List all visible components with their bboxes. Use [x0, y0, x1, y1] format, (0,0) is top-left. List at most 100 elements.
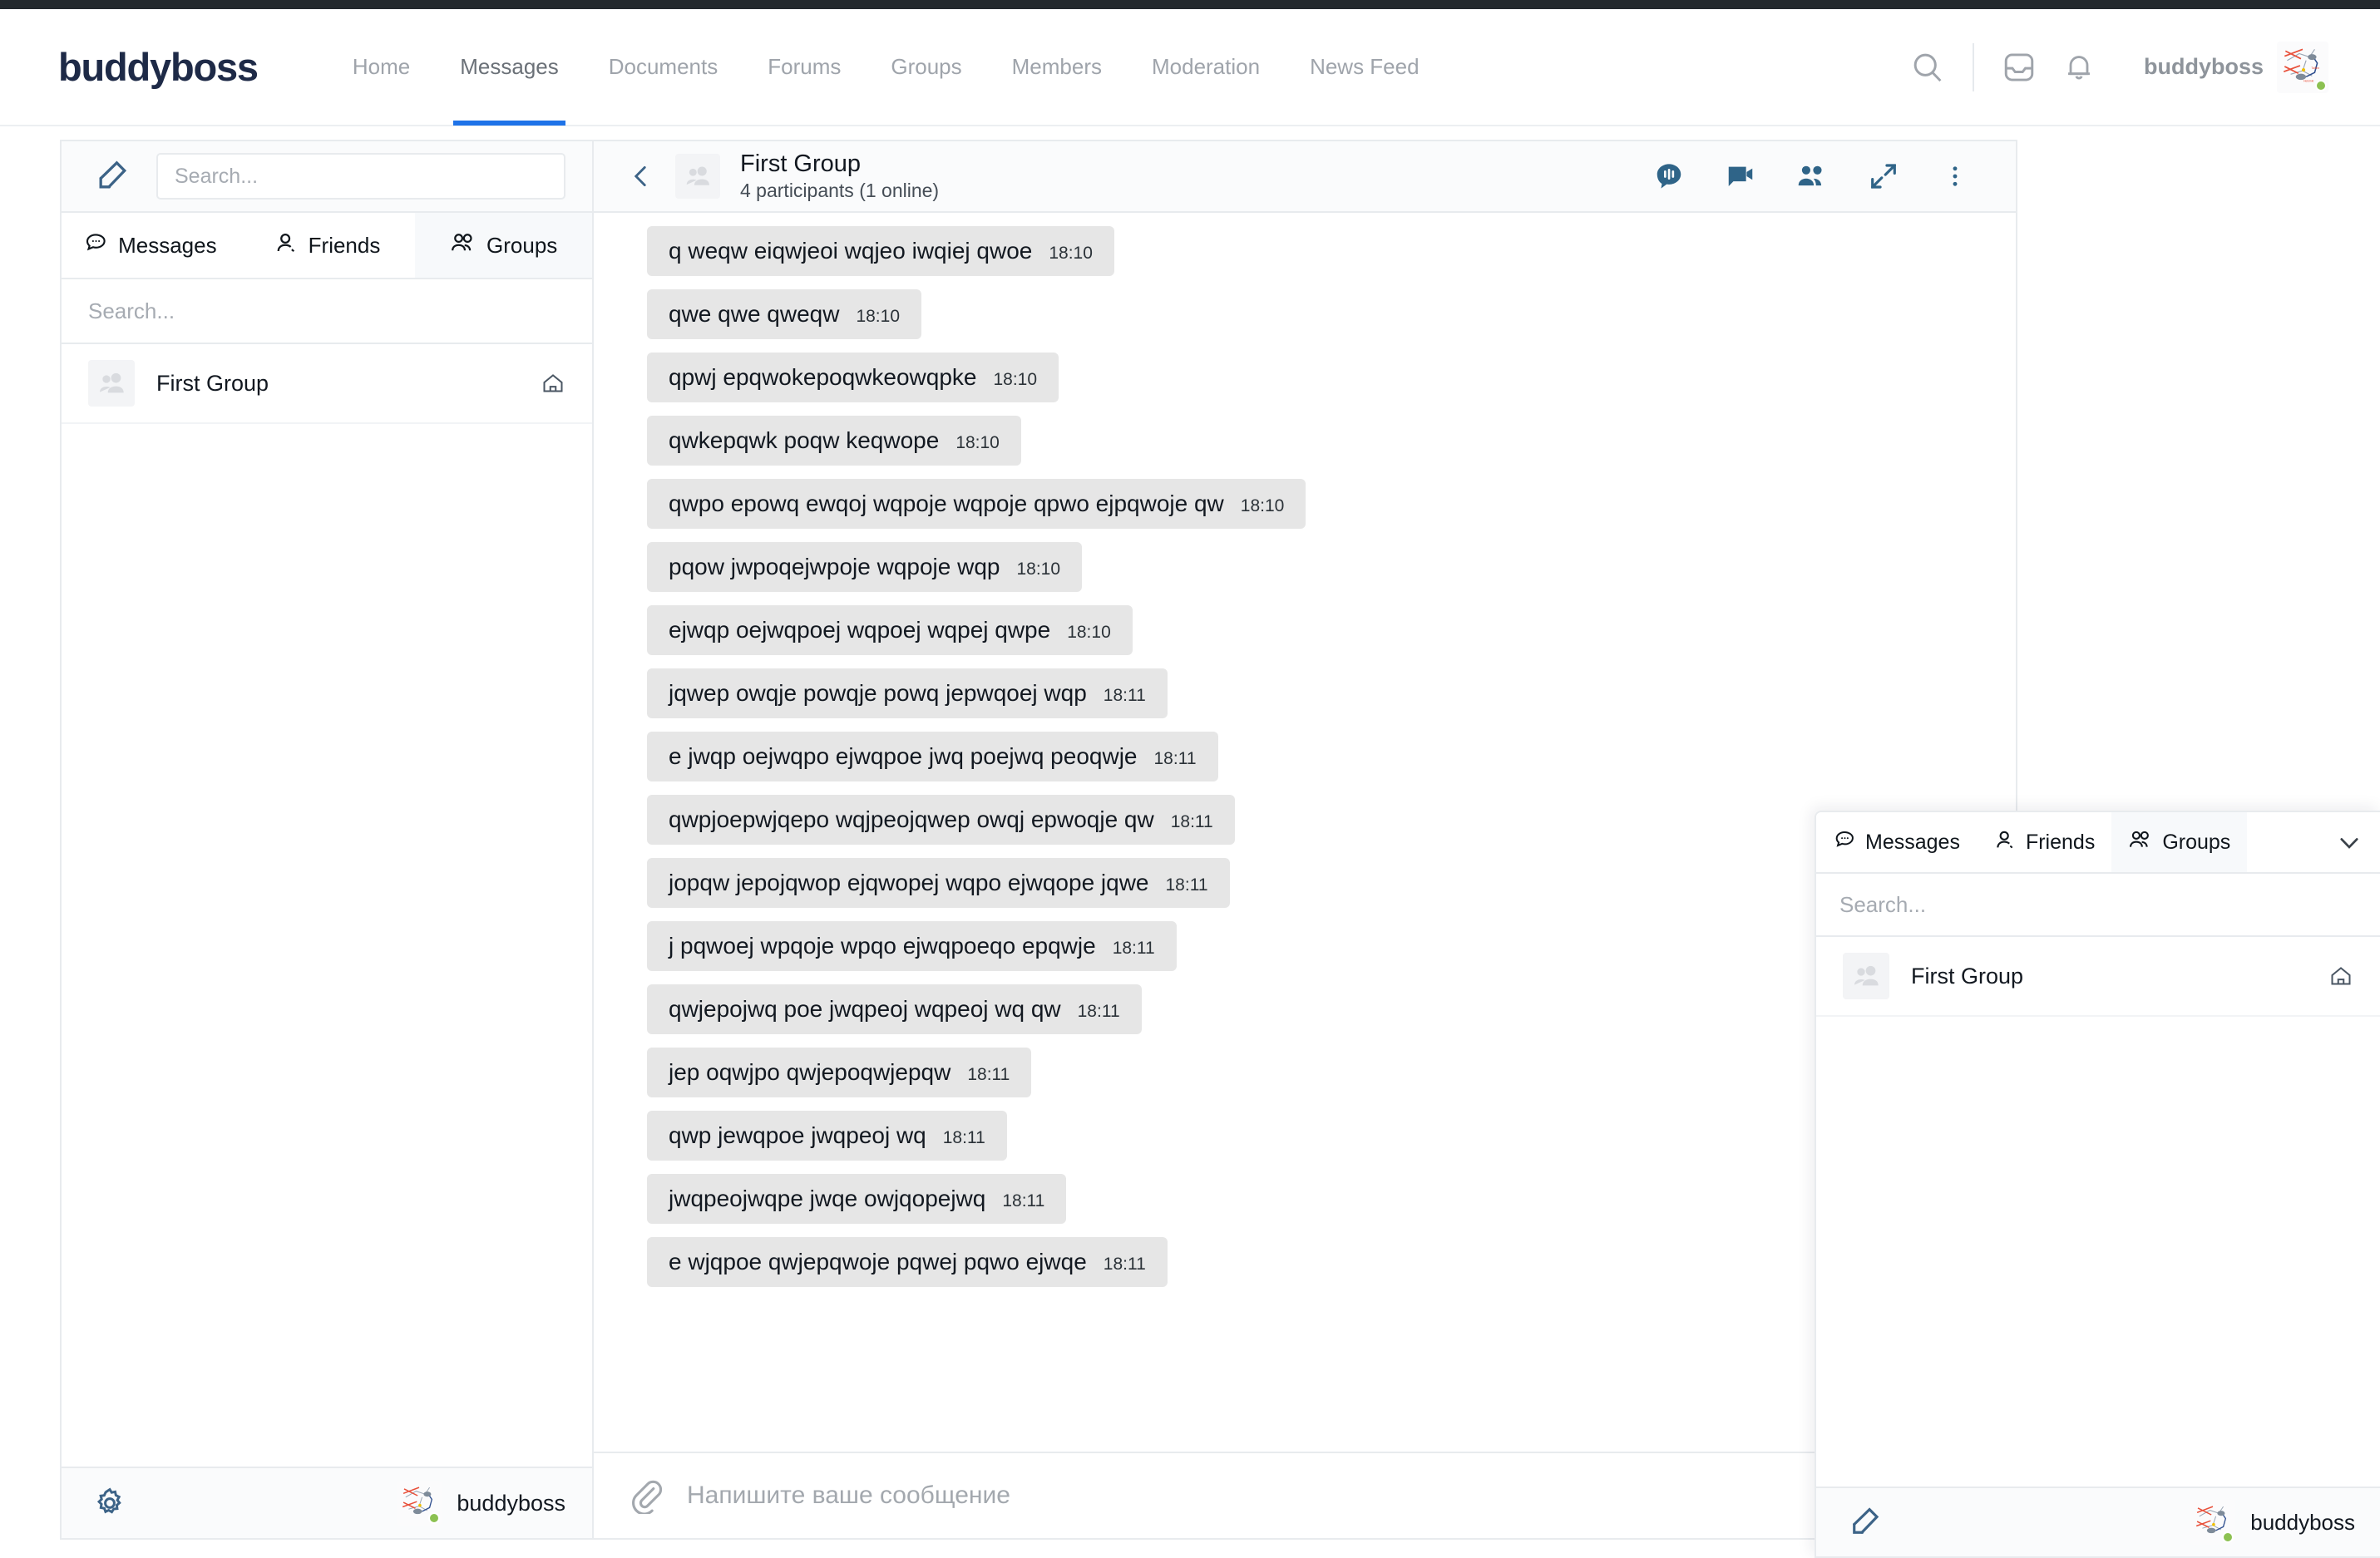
widget-search[interactable] — [1816, 874, 2380, 937]
nav-item-forums[interactable]: Forums — [743, 8, 866, 126]
chevron-down-icon[interactable] — [2318, 812, 2380, 872]
widget-tabs: Messages Friends — [1816, 812, 2380, 874]
message-row: jwqpeojwqpe jwqe owjqopejwq18:11 — [594, 1174, 2016, 1224]
home-icon[interactable] — [2328, 964, 2353, 989]
groups-search-input[interactable] — [88, 298, 565, 324]
tab-friends[interactable]: Friends — [239, 213, 416, 278]
list-item[interactable]: First Group — [1816, 937, 2380, 1017]
nav-item-home[interactable]: Home — [328, 8, 435, 126]
search-input[interactable] — [175, 165, 547, 189]
message-list[interactable]: q weqw eiqwjeoi wqjeo iwqiej qwoe18:10 q… — [594, 213, 2016, 1452]
group-avatar-icon — [88, 360, 135, 407]
messages-sidebar: Messages Friends — [62, 141, 594, 1538]
sidebar-toolbar — [62, 141, 592, 213]
message-row: j pqwoej wpqoje wpqo ejwqpoeqo epqwje18:… — [594, 921, 2016, 971]
nav-item-messages[interactable]: Messages — [435, 8, 584, 126]
message-bubble[interactable]: jqwep owqje powqje powq jepwqoej wqp18:1… — [647, 668, 1168, 718]
search-icon[interactable] — [1898, 37, 1958, 97]
nav-item-news-feed[interactable]: News Feed — [1285, 8, 1444, 126]
compose-pencil-icon[interactable] — [88, 153, 135, 200]
message-text: jopqw jepojqwop ejqwopej wqpo ejwqope jq… — [669, 870, 1149, 896]
message-text: jep oqwjpo qwjepoqwjepqw — [669, 1059, 951, 1086]
inbox-icon[interactable] — [1989, 37, 2049, 97]
message-input[interactable] — [687, 1482, 1953, 1510]
site-header: buddyboss Home Messages Documents Forums… — [0, 9, 2380, 126]
message-bubble[interactable]: qwe qwe qweqw18:10 — [647, 289, 921, 339]
message-text: qwe qwe qweqw — [669, 301, 839, 328]
widget-tab-friends[interactable]: Friends — [1977, 812, 2111, 872]
message-row: qwjepojwq poe jwqpeoj wqpeoj wq qw18:11 — [594, 984, 2016, 1034]
message-time: 18:11 — [1113, 939, 1155, 959]
message-row: qpwj epqwokepoqwkeowqpke18:10 — [594, 353, 2016, 402]
message-text: qwp jewqpoe jwqpeoj wq — [669, 1122, 926, 1149]
groups-search[interactable] — [62, 279, 592, 344]
participants-icon[interactable] — [1780, 147, 1844, 205]
conversation-header: First Group 4 participants (1 online) — [594, 141, 2016, 213]
message-row: jqwep owqje powqje powq jepwqoej wqp18:1… — [594, 668, 2016, 718]
user-menu[interactable]: buddyboss — [2144, 42, 2328, 93]
message-time: 18:11 — [1104, 686, 1146, 706]
avatar — [2190, 1500, 2235, 1545]
video-call-icon[interactable] — [1708, 147, 1773, 205]
widget-tab-messages[interactable]: Messages — [1816, 812, 1977, 872]
users-group-icon — [450, 230, 476, 261]
audio-call-icon[interactable] — [1637, 147, 1701, 205]
message-text: q weqw eiqwjeoi wqjeo iwqiej qwoe — [669, 238, 1032, 264]
message-text: qwpjoepwjqepo wqjpeojqwep owqj epwoqje q… — [669, 806, 1154, 833]
home-icon[interactable] — [541, 371, 565, 396]
nav-item-groups[interactable]: Groups — [866, 8, 986, 126]
widget-search-input[interactable] — [1839, 892, 2357, 918]
message-bubble[interactable]: qwpjoepwjqepo wqjpeojqwep owqj epwoqje q… — [647, 795, 1235, 845]
message-bubble[interactable]: pqow jwpoqejwpoje wqpoje wqp18:10 — [647, 542, 1082, 592]
message-text: qwpo epowq ewqoj wqpoje wqpoje qpwo ejpq… — [669, 491, 1224, 517]
sidebar-search[interactable] — [156, 153, 565, 200]
widget-tab-groups[interactable]: Groups — [2111, 812, 2247, 872]
message-bubble[interactable]: qpwj epqwokepoqwkeowqpke18:10 — [647, 353, 1059, 402]
message-text: ejwqp oejwqpoej wqpoej wqpej qwpe — [669, 617, 1050, 643]
expand-icon[interactable] — [1851, 147, 1916, 205]
nav-item-documents[interactable]: Documents — [584, 8, 743, 126]
site-logo[interactable]: buddyboss — [58, 44, 258, 90]
list-item[interactable]: First Group — [62, 344, 592, 424]
message-time: 18:11 — [1154, 749, 1197, 769]
message-bubble[interactable]: e jwqp oejwqpo ejwqpoe jwq poejwq peoqwj… — [647, 732, 1218, 781]
widget-footer: buddyboss — [1816, 1487, 2380, 1556]
group-avatar-icon — [675, 154, 720, 199]
message-bubble[interactable]: qwkepqwk poqw keqwope18:10 — [647, 416, 1021, 466]
message-bubble[interactable]: ejwqp oejwqpoej wqpoej wqpej qwpe18:10 — [647, 605, 1133, 655]
message-bubble[interactable]: jep oqwjpo qwjepoqwjepqw18:11 — [647, 1048, 1031, 1097]
message-bubble[interactable]: qwjepojwq poe jwqpeoj wqpeoj wq qw18:11 — [647, 984, 1142, 1034]
paperclip-icon[interactable] — [624, 1473, 669, 1518]
nav-item-moderation[interactable]: Moderation — [1127, 8, 1285, 126]
message-time: 18:11 — [943, 1128, 985, 1148]
message-bubble[interactable]: jwqpeojwqpe jwqe owjqopejwq18:11 — [647, 1174, 1066, 1224]
widget-user[interactable]: buddyboss — [2190, 1500, 2355, 1545]
more-options-icon[interactable] — [1923, 147, 1987, 205]
primary-nav: Home Messages Documents Forums Groups Me… — [328, 8, 1444, 126]
message-time: 18:11 — [1171, 812, 1213, 832]
message-bubble[interactable]: e wjqpoe qwjepqwoje pqwej pqwo ejwqe18:1… — [647, 1237, 1168, 1287]
conversation-meta: First Group 4 participants (1 online) — [740, 150, 939, 203]
gear-icon[interactable] — [88, 1482, 131, 1525]
chevron-left-icon[interactable] — [622, 157, 660, 195]
message-bubble[interactable]: q weqw eiqwjeoi wqjeo iwqiej qwoe18:10 — [647, 226, 1114, 276]
message-row: pqow jwpoqejwpoje wqpoje wqp18:10 — [594, 542, 2016, 592]
tab-groups[interactable]: Groups — [415, 213, 592, 278]
notification-bell-icon[interactable] — [2049, 37, 2109, 97]
tab-messages[interactable]: Messages — [62, 213, 239, 278]
message-bubble[interactable]: qwpo epowq ewqoj wqpoje wqpoje qpwo ejpq… — [647, 479, 1306, 529]
message-time: 18:10 — [993, 370, 1037, 390]
message-bubble[interactable]: qwp jewqpoe jwqpeoj wq 18:11 — [647, 1111, 1007, 1161]
users-group-icon — [2128, 828, 2153, 857]
nav-item-members[interactable]: Members — [987, 8, 1127, 126]
compose-pencil-icon[interactable] — [1841, 1499, 1888, 1546]
message-time: 18:10 — [1016, 560, 1060, 579]
tab-label: Messages — [118, 233, 217, 259]
sidebar-user[interactable]: buddyboss — [397, 1481, 565, 1526]
message-bubble[interactable]: j pqwoej wpqoje wpqo ejwqpoeqo epqwje18:… — [647, 921, 1177, 971]
widget-tab-label: Messages — [1865, 831, 1960, 855]
message-text: e wjqpoe qwjepqwoje pqwej pqwo ejwqe — [669, 1249, 1087, 1275]
message-row: qwe qwe qweqw18:10 — [594, 289, 2016, 339]
message-bubble[interactable]: jopqw jepojqwop ejqwopej wqpo ejwqope jq… — [647, 858, 1230, 908]
message-row: jep oqwjpo qwjepoqwjepqw18:11 — [594, 1048, 2016, 1097]
